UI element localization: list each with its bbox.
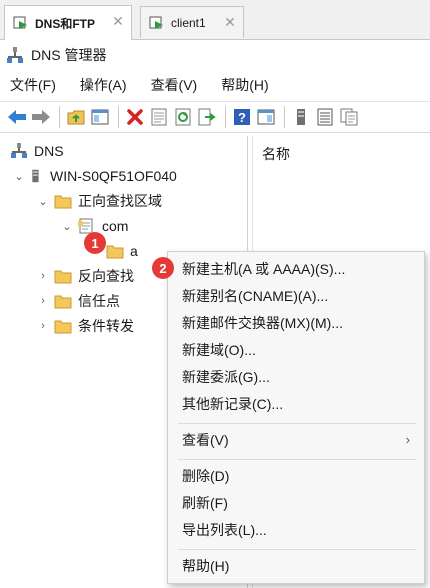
tree-label-server: WIN-S0QF51OF040 — [50, 168, 177, 184]
column-header-name[interactable]: 名称 — [262, 144, 290, 164]
delete-icon[interactable] — [124, 106, 146, 128]
folder-icon — [54, 295, 72, 309]
chevron-right-icon[interactable]: › — [36, 294, 50, 308]
tab-dns-ftp-close-icon[interactable]: ✕ — [111, 13, 125, 29]
menu-item-view[interactable]: 查看(V) — [182, 429, 229, 451]
folder-icon — [54, 320, 72, 334]
copy-icon[interactable] — [338, 106, 360, 128]
folder-icon — [54, 195, 72, 209]
chevron-right-icon[interactable]: › — [36, 269, 50, 283]
toolbar-separator — [225, 106, 226, 128]
folder-icon — [54, 270, 72, 284]
menu-item-new-domain[interactable]: 新建域(O)... — [182, 339, 256, 361]
menu-item-new-mx[interactable]: 新建邮件交换器(MX)(M)... — [182, 312, 343, 334]
context-menu: 新建主机(A 或 AAAA)(S)... 新建别名(CNAME)(A)... 新… — [167, 251, 425, 584]
list-icon[interactable] — [314, 106, 336, 128]
menu-item-new-host[interactable]: 新建主机(A 或 AAAA)(S)... — [182, 258, 345, 280]
tab-strip: DNS和FTP ✕ client1 ✕ — [0, 0, 430, 40]
vm-running-icon — [149, 16, 163, 29]
tree-node-dns[interactable]: DNS — [10, 140, 64, 162]
menu-item-delete[interactable]: 删除(D) — [182, 465, 229, 487]
server-icon — [32, 169, 39, 183]
tab-dns-ftp[interactable]: DNS和FTP ✕ — [4, 5, 132, 40]
svg-text:?: ? — [238, 110, 246, 125]
tree-label-forward-zones: 正向查找区域 — [78, 193, 162, 209]
tree-label-conditional-forwarders: 条件转发 — [78, 318, 134, 334]
tab-client1-close-icon[interactable]: ✕ — [223, 14, 237, 30]
tab-client1-label: client1 — [171, 15, 206, 30]
toolbar-separator — [118, 106, 119, 128]
toolbar-separator — [284, 106, 285, 128]
tab-dns-ftp-label: DNS和FTP — [35, 16, 96, 31]
menu-file[interactable]: 文件(F) — [8, 73, 58, 97]
forward-icon[interactable] — [30, 106, 52, 128]
folder-icon — [106, 245, 124, 259]
chevron-down-icon[interactable]: ⌄ — [60, 219, 74, 233]
properties-icon[interactable] — [148, 106, 170, 128]
menu-item-help[interactable]: 帮助(H) — [182, 555, 229, 577]
show-hide-tree-icon[interactable] — [89, 106, 111, 128]
tree-node-reverse-zones[interactable]: › 反向查找 — [36, 265, 134, 287]
tree-label-reverse-zones: 反向查找 — [78, 268, 134, 284]
tree-node-forward-zones[interactable]: ⌄ 正向查找区域 — [36, 190, 162, 212]
menu-item-export-list[interactable]: 导出列表(L)... — [182, 519, 267, 541]
back-icon[interactable] — [6, 106, 28, 128]
submenu-arrow-icon: › — [405, 432, 410, 447]
menu-item-refresh[interactable]: 刷新(F) — [182, 492, 228, 514]
menu-separator — [178, 549, 416, 550]
dns-icon — [11, 143, 27, 158]
refresh-icon[interactable] — [172, 106, 194, 128]
tree-label-selected-zone: a — [130, 243, 138, 259]
toolbar: ? — [0, 101, 430, 133]
menu-item-new-delegation[interactable]: 新建委派(G)... — [182, 366, 270, 388]
menu-item-new-alias[interactable]: 新建别名(CNAME)(A)... — [182, 285, 328, 307]
menu-bar: 文件(F) 操作(A) 查看(V) 帮助(H) — [0, 72, 430, 98]
dns-manager-icon — [7, 47, 23, 63]
step-badge-2: 2 — [152, 257, 174, 279]
menu-item-other-records[interactable]: 其他新记录(C)... — [182, 393, 283, 415]
export-icon[interactable] — [196, 106, 218, 128]
tree-label-dns: DNS — [34, 143, 64, 159]
tree-node-server[interactable]: ⌄ WIN-S0QF51OF040 — [12, 165, 177, 187]
tree-node-selected-zone[interactable]: a — [106, 240, 138, 262]
menu-separator — [178, 423, 416, 424]
up-folder-icon[interactable] — [65, 106, 87, 128]
menu-view[interactable]: 查看(V) — [149, 73, 200, 97]
server-icon[interactable] — [290, 106, 312, 128]
chevron-right-icon[interactable]: › — [36, 319, 50, 333]
step-badge-1: 1 — [84, 232, 106, 254]
help-icon[interactable]: ? — [231, 106, 253, 128]
tab-client1[interactable]: client1 ✕ — [140, 6, 244, 38]
chevron-down-icon[interactable]: ⌄ — [12, 169, 26, 183]
menu-help[interactable]: 帮助(H) — [219, 73, 270, 97]
tree-label-com: com — [102, 218, 129, 234]
window-title: DNS 管理器 — [31, 47, 107, 63]
chevron-down-icon[interactable]: ⌄ — [36, 194, 50, 208]
tree-label-trust-points: 信任点 — [78, 293, 120, 309]
window-title-bar: DNS 管理器 — [0, 41, 430, 69]
vm-running-icon — [13, 16, 27, 29]
toolbar-separator — [59, 106, 60, 128]
menu-separator — [178, 459, 416, 460]
tree-node-trust-points[interactable]: › 信任点 — [36, 290, 120, 312]
console-icon[interactable] — [255, 106, 277, 128]
menu-action[interactable]: 操作(A) — [78, 73, 129, 97]
tree-node-conditional-forwarders[interactable]: › 条件转发 — [36, 315, 134, 337]
